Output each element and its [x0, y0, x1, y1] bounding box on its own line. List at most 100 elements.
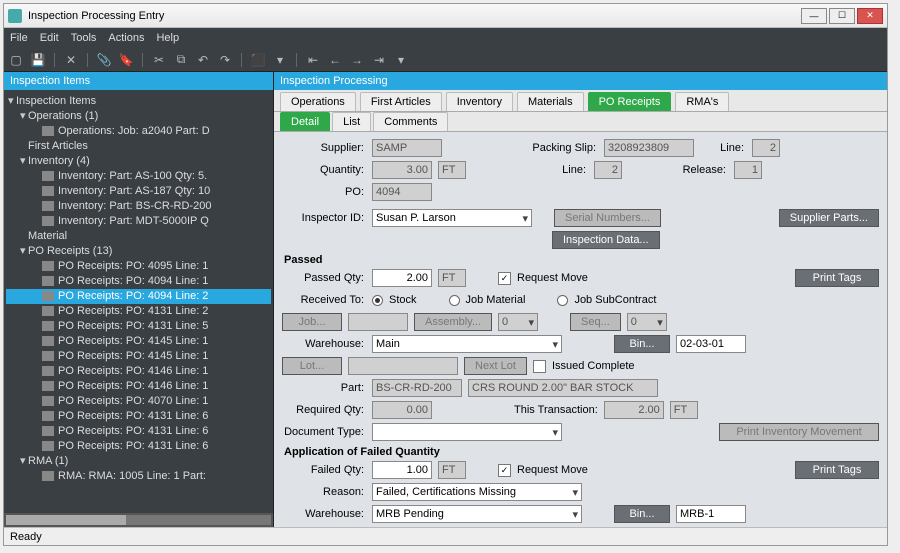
- seq-button: Seq...: [570, 313, 621, 331]
- po-field: 4094: [372, 183, 432, 201]
- maximize-button[interactable]: ☐: [829, 8, 855, 24]
- tab-comments[interactable]: Comments: [373, 112, 448, 131]
- warehouse-select-2[interactable]: MRB Pending: [372, 505, 582, 523]
- inspection-data-button[interactable]: Inspection Data...: [552, 231, 660, 249]
- copy-icon[interactable]: ⧉: [173, 52, 189, 68]
- print-inv-button-1: Print Inventory Movement: [719, 423, 879, 441]
- tab-operations[interactable]: Operations: [280, 92, 356, 111]
- tree-node[interactable]: ▾Inspection Items: [6, 94, 271, 109]
- tree-node[interactable]: ▾PO Receipts (13): [6, 244, 271, 259]
- tree-node[interactable]: Inventory: Part: AS-187 Qty: 10: [6, 184, 271, 199]
- tab-materials[interactable]: Materials: [517, 92, 584, 111]
- main-tabs: OperationsFirst ArticlesInventoryMateria…: [274, 90, 887, 112]
- side-panel: Inspection Items ▾Inspection Items▾Opera…: [4, 72, 274, 527]
- issued-complete-check[interactable]: [533, 360, 546, 373]
- failed-qty-input[interactable]: 1.00: [372, 461, 432, 479]
- menu-file[interactable]: File: [10, 32, 28, 44]
- tab-inventory[interactable]: Inventory: [446, 92, 513, 111]
- warehouse-select-1[interactable]: Main: [372, 335, 562, 353]
- release-field: 1: [734, 161, 762, 179]
- main-panel: Inspection Processing OperationsFirst Ar…: [274, 72, 887, 527]
- window-title: Inspection Processing Entry: [28, 10, 801, 22]
- tree-node[interactable]: PO Receipts: PO: 4095 Line: 1: [6, 259, 271, 274]
- tree-node[interactable]: PO Receipts: PO: 4146 Line: 1: [6, 379, 271, 394]
- minimize-button[interactable]: —: [801, 8, 827, 24]
- passed-qty-input[interactable]: 2.00: [372, 269, 432, 287]
- bin-input-2[interactable]: MRB-1: [676, 505, 746, 523]
- serial-numbers-button: Serial Numbers...: [554, 209, 661, 227]
- new-icon[interactable]: ▢: [8, 52, 24, 68]
- reason-select[interactable]: Failed, Certifications Missing: [372, 483, 582, 501]
- tree-node[interactable]: Inventory: Part: BS-CR-RD-200: [6, 199, 271, 214]
- tree-node[interactable]: RMA: RMA: 1005 Line: 1 Part:: [6, 469, 271, 484]
- packing-slip-field: 3208923809: [604, 139, 694, 157]
- nav-next-icon[interactable]: →: [349, 52, 365, 68]
- tree-node[interactable]: PO Receipts: PO: 4094 Line: 1: [6, 274, 271, 289]
- lot-button: Lot...: [282, 357, 342, 375]
- tree-hscroll[interactable]: [4, 513, 273, 527]
- tool-icon[interactable]: ⬛: [250, 52, 266, 68]
- menu-tools[interactable]: Tools: [71, 32, 97, 44]
- tree[interactable]: ▾Inspection Items▾Operations (1)Operatio…: [4, 90, 273, 513]
- tree-node[interactable]: PO Receipts: PO: 4145 Line: 1: [6, 334, 271, 349]
- cut-icon[interactable]: ✂: [151, 52, 167, 68]
- tree-node[interactable]: PO Receipts: PO: 4145 Line: 1: [6, 349, 271, 364]
- tree-node[interactable]: Material: [6, 229, 271, 244]
- request-move-check-2[interactable]: ✓: [498, 464, 511, 477]
- received-jobsub-radio[interactable]: [557, 295, 568, 306]
- tab-rma-s[interactable]: RMA's: [675, 92, 729, 111]
- tab-list[interactable]: List: [332, 112, 371, 131]
- delete-icon[interactable]: ✕: [63, 52, 79, 68]
- menu-actions[interactable]: Actions: [108, 32, 144, 44]
- tree-node[interactable]: ▾RMA (1): [6, 454, 271, 469]
- bin-button-2[interactable]: Bin...: [614, 505, 670, 523]
- bin-button-1[interactable]: Bin...: [614, 335, 670, 353]
- tree-node[interactable]: PO Receipts: PO: 4131 Line: 5: [6, 319, 271, 334]
- redo-icon[interactable]: ↷: [217, 52, 233, 68]
- tree-node[interactable]: ▾Operations (1): [6, 109, 271, 124]
- main-panel-header: Inspection Processing: [274, 72, 887, 90]
- received-jobmat-radio[interactable]: [449, 295, 460, 306]
- assembly-button: Assembly...: [414, 313, 492, 331]
- status-bar: Ready: [4, 527, 887, 545]
- tree-node[interactable]: PO Receipts: PO: 4131 Line: 6: [6, 409, 271, 424]
- job-button: Job...: [282, 313, 342, 331]
- tree-node[interactable]: First Articles: [6, 139, 271, 154]
- inspector-select[interactable]: Susan P. Larson: [372, 209, 532, 227]
- tree-node[interactable]: PO Receipts: PO: 4146 Line: 1: [6, 364, 271, 379]
- supplier-field: SAMP: [372, 139, 442, 157]
- tree-node[interactable]: PO Receipts: PO: 4070 Line: 1: [6, 394, 271, 409]
- print-tags-button-1[interactable]: Print Tags: [795, 269, 879, 287]
- tag-icon[interactable]: 🔖: [118, 52, 134, 68]
- undo-icon[interactable]: ↶: [195, 52, 211, 68]
- tree-node[interactable]: PO Receipts: PO: 4131 Line: 6: [6, 424, 271, 439]
- tree-node[interactable]: Operations: Job: a2040 Part: D: [6, 124, 271, 139]
- print-tags-button-2[interactable]: Print Tags: [795, 461, 879, 479]
- tree-node[interactable]: Inventory: Part: AS-100 Qty: 5.: [6, 169, 271, 184]
- tab-first-articles[interactable]: First Articles: [360, 92, 442, 111]
- supplier-parts-button[interactable]: Supplier Parts...: [779, 209, 879, 227]
- tree-node[interactable]: PO Receipts: PO: 4131 Line: 2: [6, 304, 271, 319]
- save-icon[interactable]: 💾: [30, 52, 46, 68]
- bin-input-1[interactable]: 02-03-01: [676, 335, 746, 353]
- tab-detail[interactable]: Detail: [280, 112, 330, 131]
- close-button[interactable]: ✕: [857, 8, 883, 24]
- titlebar: Inspection Processing Entry — ☐ ✕: [4, 4, 887, 28]
- nav-last-icon[interactable]: ⇥: [371, 52, 387, 68]
- nav-first-icon[interactable]: ⇤: [305, 52, 321, 68]
- attach-icon[interactable]: 📎: [96, 52, 112, 68]
- tree-node[interactable]: ▾Inventory (4): [6, 154, 271, 169]
- app-window: Inspection Processing Entry — ☐ ✕ File Ed…: [3, 3, 888, 546]
- side-panel-header: Inspection Items: [4, 72, 273, 90]
- part-desc-field: CRS ROUND 2.00" BAR STOCK: [468, 379, 658, 397]
- received-stock-radio[interactable]: [372, 295, 383, 306]
- tree-node[interactable]: PO Receipts: PO: 4131 Line: 6: [6, 439, 271, 454]
- tab-po-receipts[interactable]: PO Receipts: [588, 92, 672, 111]
- doc-type-select-1[interactable]: [372, 423, 562, 441]
- request-move-check-1[interactable]: ✓: [498, 272, 511, 285]
- menu-edit[interactable]: Edit: [40, 32, 59, 44]
- nav-prev-icon[interactable]: ←: [327, 52, 343, 68]
- tree-node[interactable]: PO Receipts: PO: 4094 Line: 2: [6, 289, 271, 304]
- menu-help[interactable]: Help: [156, 32, 179, 44]
- tree-node[interactable]: Inventory: Part: MDT-5000IP Q: [6, 214, 271, 229]
